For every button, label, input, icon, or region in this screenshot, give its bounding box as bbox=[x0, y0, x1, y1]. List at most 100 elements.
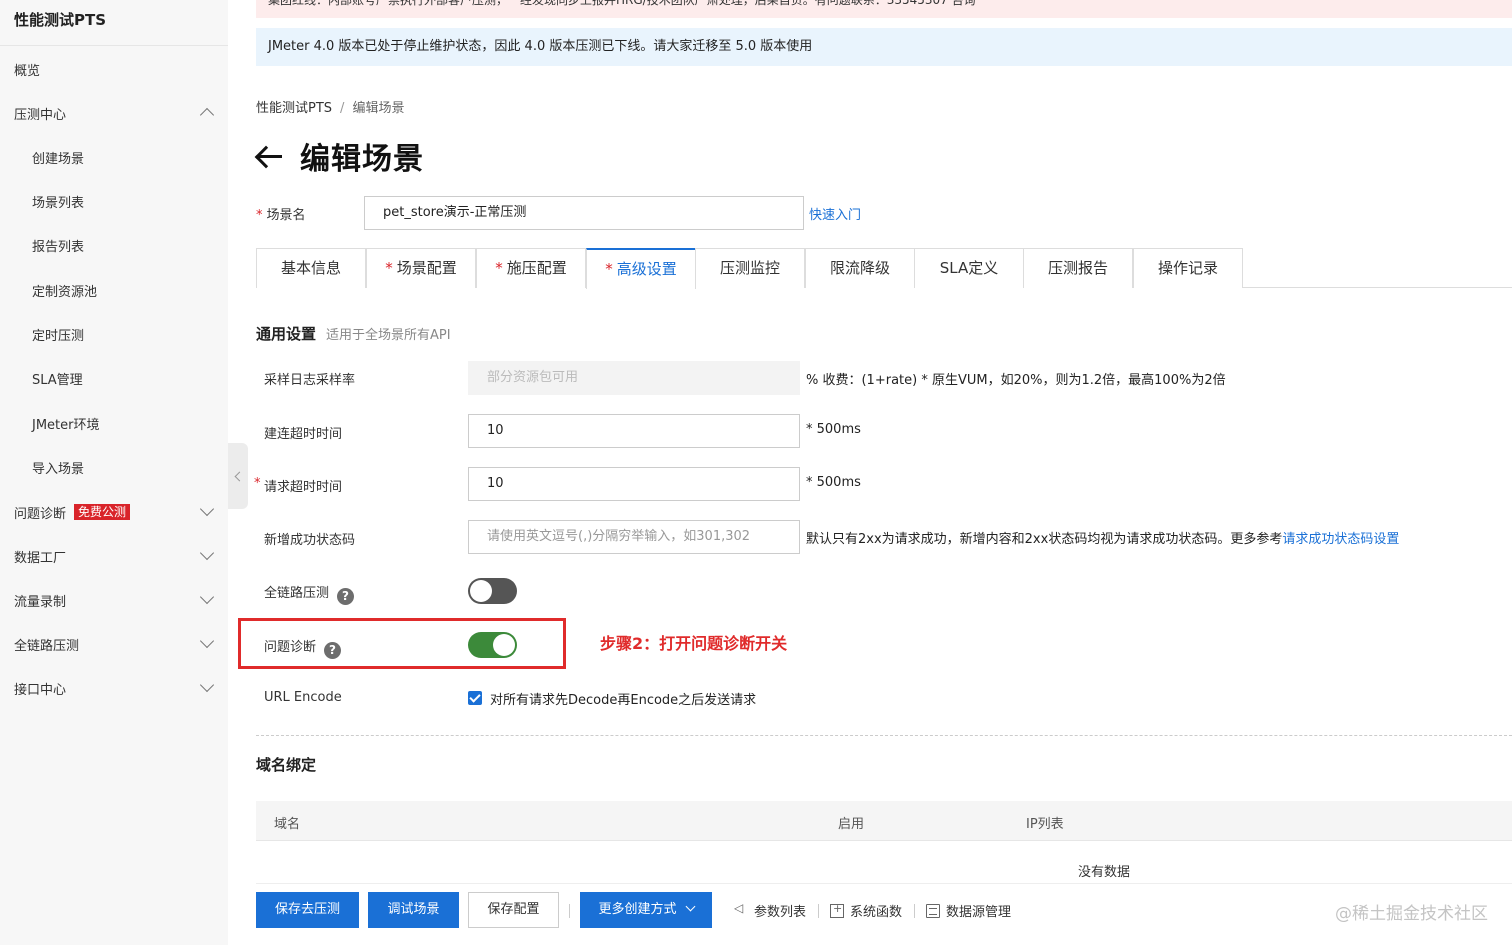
tab-label: 操作记录 bbox=[1157, 259, 1218, 277]
sampling-rate-input[interactable]: 部分资源包可用 bbox=[468, 361, 800, 395]
function-icon bbox=[830, 902, 844, 918]
required-mark: * bbox=[495, 259, 503, 277]
tab-operation-log[interactable]: 操作记录 bbox=[1133, 248, 1243, 288]
warning-notice: 集团红线：内部账号严禁执行外部客户压测，一经发现同步上报并HRG/技术团队严肃处… bbox=[256, 0, 1512, 18]
sidebar-item-label: 接口中心 bbox=[14, 682, 67, 698]
datasource-icon bbox=[926, 903, 940, 918]
back-arrow-icon[interactable] bbox=[256, 146, 284, 166]
url-encode-label: URL Encode bbox=[264, 690, 342, 705]
breadcrumb-root[interactable]: 性能测试PTS bbox=[256, 101, 332, 116]
general-settings-title: 通用设置 适用于全场景所有API bbox=[256, 323, 451, 344]
request-timeout-label: * 请求超时时间 bbox=[254, 476, 343, 495]
info-notice: JMeter 4.0 版本已处于停止维护状态，因此 4.0 版本压测已下线。请大… bbox=[256, 28, 1512, 66]
full-link-switch[interactable] bbox=[468, 578, 517, 604]
save-and-run-button[interactable]: 保存去压测 bbox=[256, 892, 359, 928]
sidebar-item-label: 概览 bbox=[14, 63, 41, 79]
param-list-button[interactable]: 参数列表 bbox=[734, 901, 807, 921]
connect-timeout-input[interactable]: 10 bbox=[468, 414, 800, 448]
tab-sla[interactable]: SLA定义 bbox=[914, 248, 1024, 288]
url-encode-checkbox-label: 对所有请求先Decode再Encode之后发送请求 bbox=[490, 693, 757, 708]
sidebar-item-sla[interactable]: SLA管理 bbox=[0, 358, 228, 398]
sidebar-item-diagnosis[interactable]: 问题诊断 免费公测 bbox=[0, 492, 228, 532]
success-codes-note: 默认只有2xx为请求成功，新增内容和2xx状态码均视为请求成功状态码。更多参考请… bbox=[806, 528, 1399, 547]
datasource-manage-button[interactable]: 数据源管理 bbox=[926, 901, 1011, 920]
chevron-up-icon bbox=[199, 107, 215, 123]
url-encode-checkbox[interactable] bbox=[468, 691, 482, 705]
required-mark: * bbox=[256, 208, 263, 223]
sidebar-item-jmeter-env[interactable]: JMeter环境 bbox=[0, 403, 228, 443]
column-header-ip-list: IP列表 bbox=[1026, 817, 1064, 832]
sidebar-item-import-scene[interactable]: 导入场景 bbox=[0, 447, 228, 487]
sidebar-item-resource-pool[interactable]: 定制资源池 bbox=[0, 270, 228, 310]
tab-monitoring[interactable]: 压测监控 bbox=[695, 248, 805, 288]
chevron-down-icon bbox=[199, 501, 215, 517]
sidebar-item-data-factory[interactable]: 数据工厂 bbox=[0, 536, 228, 576]
tab-advanced-settings[interactable]: * 高级设置 bbox=[586, 248, 696, 289]
full-link-label: 全链路压测? bbox=[264, 582, 355, 605]
full-link-label-text: 全链路压测 bbox=[264, 586, 330, 601]
breadcrumb-separator: / bbox=[340, 101, 345, 116]
tab-rate-limit[interactable]: 限流降级 bbox=[805, 248, 915, 288]
sidebar-collapse-handle[interactable] bbox=[228, 443, 248, 509]
success-codes-link[interactable]: 请求成功状态码设置 bbox=[1282, 532, 1399, 547]
page-title: 编辑场景 bbox=[300, 142, 424, 177]
chevron-down-icon bbox=[199, 677, 215, 693]
chevron-down-icon bbox=[199, 545, 215, 561]
help-icon[interactable]: ? bbox=[337, 588, 355, 605]
sidebar-item-overview[interactable]: 概览 bbox=[0, 49, 228, 89]
tab-label: 基本信息 bbox=[280, 259, 341, 277]
required-mark: * bbox=[385, 259, 393, 277]
separator bbox=[914, 904, 915, 918]
sidebar-item-report-list[interactable]: 报告列表 bbox=[0, 225, 228, 265]
tab-label: SLA定义 bbox=[939, 259, 999, 277]
sidebar-item-label: 报告列表 bbox=[32, 239, 85, 255]
sidebar-item-create-scene[interactable]: 创建场景 bbox=[0, 137, 228, 177]
debug-scene-button[interactable]: 调试场景 bbox=[368, 892, 459, 928]
sidebar: 性能测试PTS 概览 压测中心 创建场景 场景列表 报告列表 定制资源池 定时压… bbox=[0, 0, 228, 945]
sidebar-item-full-link[interactable]: 全链路压测 bbox=[0, 624, 228, 664]
request-timeout-note: * 500ms bbox=[806, 475, 861, 490]
tab-label: 压测监控 bbox=[719, 259, 780, 277]
more-create-options-button[interactable]: 更多创建方式 bbox=[580, 892, 712, 928]
domain-table-header: 域名 启用 IP列表 bbox=[256, 801, 1512, 841]
success-codes-label: 新增成功状态码 bbox=[264, 533, 356, 548]
tab-label: 限流降级 bbox=[829, 259, 890, 277]
sidebar-item-traffic-record[interactable]: 流量录制 bbox=[0, 580, 228, 620]
request-timeout-label-text: 请求超时时间 bbox=[264, 480, 343, 495]
chevron-down-icon bbox=[199, 633, 215, 649]
sidebar-item-test-center[interactable]: 压测中心 bbox=[0, 93, 228, 133]
tab-report[interactable]: 压测报告 bbox=[1023, 248, 1133, 288]
breadcrumb: 性能测试PTS / 编辑场景 bbox=[256, 97, 404, 116]
system-functions-label: 系统函数 bbox=[850, 905, 903, 920]
param-list-label: 参数列表 bbox=[754, 905, 807, 920]
breadcrumb-current: 编辑场景 bbox=[352, 101, 405, 116]
share-icon bbox=[734, 901, 748, 918]
system-functions-button[interactable]: 系统函数 bbox=[830, 901, 902, 920]
sidebar-item-label: SLA管理 bbox=[32, 372, 83, 388]
connect-timeout-label: 建连超时时间 bbox=[264, 427, 343, 442]
scene-name-input[interactable]: pet_store演示-正常压测 bbox=[364, 196, 804, 230]
tab-bar: 基本信息 * 场景配置 * 施压配置 * 高级设置 压测监控 限流降级 SLA定义 压… bbox=[256, 248, 1512, 289]
tab-scene-config[interactable]: * 场景配置 bbox=[366, 248, 476, 288]
sidebar-item-label: 定制资源池 bbox=[32, 284, 98, 300]
sidebar-item-scheduled-test[interactable]: 定时压测 bbox=[0, 314, 228, 354]
switch-knob bbox=[470, 580, 492, 602]
sidebar-item-label: 导入场景 bbox=[32, 461, 85, 477]
sidebar-item-label: JMeter环境 bbox=[32, 417, 100, 433]
sidebar-item-scene-list[interactable]: 场景列表 bbox=[0, 181, 228, 221]
sidebar-item-label: 定时压测 bbox=[32, 328, 85, 344]
section-subtitle: 适用于全场景所有API bbox=[326, 328, 451, 343]
request-timeout-input[interactable]: 10 bbox=[468, 467, 800, 501]
page-header: 编辑场景 bbox=[256, 134, 424, 178]
domain-binding-title: 域名绑定 bbox=[256, 756, 317, 774]
sidebar-item-label: 场景列表 bbox=[32, 195, 85, 211]
save-config-button[interactable]: 保存配置 bbox=[468, 892, 559, 928]
success-codes-input[interactable]: 请使用英文逗号(,)分隔穷举输入，如301,302 bbox=[468, 520, 800, 554]
quick-start-link[interactable]: 快速入门 bbox=[809, 204, 861, 223]
tab-basic-info[interactable]: 基本信息 bbox=[256, 248, 366, 288]
main-content: 集团红线：内部账号严禁执行外部客户压测，一经发现同步上报并HRG/技术团队严肃处… bbox=[238, 0, 1512, 945]
chevron-down-icon bbox=[199, 589, 215, 605]
tab-load-config[interactable]: * 施压配置 bbox=[476, 248, 586, 288]
sidebar-item-api-center[interactable]: 接口中心 bbox=[0, 668, 228, 708]
sampling-rate-label: 采样日志采样率 bbox=[264, 373, 356, 388]
